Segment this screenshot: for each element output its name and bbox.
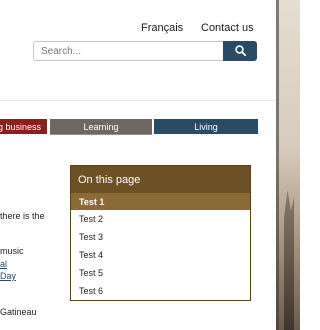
- nav-tab-business[interactable]: ng business: [0, 119, 47, 134]
- on-this-page-item-2[interactable]: Test 2: [71, 210, 250, 228]
- nav-tab-learning-underline: [50, 134, 152, 135]
- nav-tab-learning[interactable]: Learning: [50, 119, 152, 134]
- language-toggle-link[interactable]: Français: [141, 22, 183, 34]
- on-this-page-item-1[interactable]: Test 1: [71, 193, 250, 210]
- body-link-fragment[interactable]: Day: [0, 271, 16, 281]
- search-icon: [234, 44, 246, 59]
- on-this-page-panel: On this page Test 1 Test 2 Test 3 Test 4…: [70, 165, 251, 301]
- search-button[interactable]: [223, 41, 257, 61]
- contact-us-link[interactable]: Contact us: [201, 22, 254, 34]
- on-this-page-title: On this page: [71, 166, 250, 193]
- body-link-fragment[interactable]: al: [0, 259, 7, 269]
- search-input[interactable]: [33, 41, 231, 61]
- body-text-fragment: there is the: [0, 211, 45, 221]
- background-photo-strip: [276, 0, 300, 330]
- nav-tab-living[interactable]: Living: [154, 119, 258, 134]
- on-this-page-item-4[interactable]: Test 4: [71, 246, 250, 264]
- body-text-fragment: Gatineau: [0, 307, 37, 317]
- header-divider: [0, 100, 276, 101]
- on-this-page-item-6[interactable]: Test 6: [71, 282, 250, 300]
- body-text-fragment: music: [0, 246, 24, 256]
- page-content: Français Contact us ng business Learning…: [0, 0, 276, 330]
- on-this-page-item-3[interactable]: Test 3: [71, 228, 250, 246]
- on-this-page-item-5[interactable]: Test 5: [71, 264, 250, 282]
